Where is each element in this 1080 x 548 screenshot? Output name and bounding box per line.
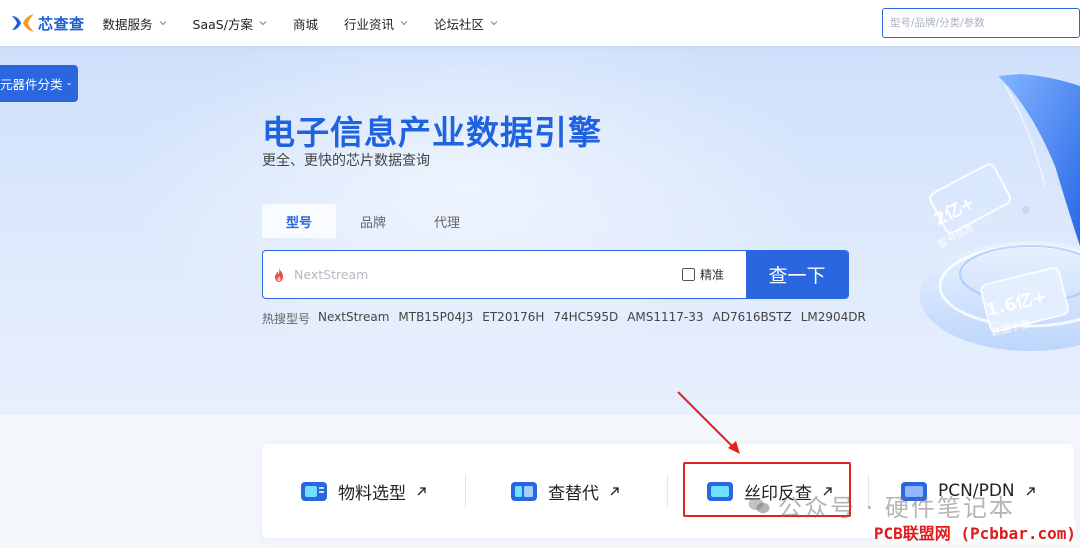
nav-label: 论坛社区	[433, 16, 484, 32]
external-link-icon	[417, 486, 426, 495]
external-link-icon	[610, 486, 619, 495]
hot-search-item[interactable]: AD7616BSTZ	[713, 310, 792, 327]
wechat-icon	[748, 497, 770, 513]
nav-data-services[interactable]: 数据服务	[103, 14, 167, 33]
nav-label: 数据服务	[102, 16, 153, 32]
exact-match-checkbox[interactable]	[681, 268, 695, 281]
nav-forum[interactable]: 论坛社区	[434, 14, 498, 33]
nav-saas[interactable]: SaaS/方案	[193, 14, 267, 33]
nav-label: SaaS/方案	[192, 16, 253, 32]
external-link-icon	[1026, 486, 1035, 495]
header-search-input[interactable]	[890, 17, 1079, 29]
chevron-down-icon	[400, 21, 408, 26]
feature-find-alternatives[interactable]: 查替代	[508, 444, 620, 538]
category-label: 元器件分类	[0, 77, 63, 92]
search-tabs: 型号 品牌 代理	[262, 204, 484, 238]
logo-icon	[12, 14, 34, 32]
hot-searches-label: 热搜型号	[262, 312, 311, 326]
hero-section: 元器件分类 电子信息产业数据引擎 更全、更快的芯片数据查询 型号 品牌 代理 精…	[0, 46, 1080, 415]
chip-icon	[511, 482, 537, 501]
hero-title: 电子信息产业数据引擎	[262, 113, 602, 152]
chevron-down-icon	[490, 21, 498, 26]
feature-label: 物料选型	[338, 483, 406, 504]
hot-search-item[interactable]: AMS1117-33	[627, 310, 703, 327]
brand-name: 芯查查	[38, 14, 85, 33]
tab-model[interactable]: 型号	[262, 204, 337, 238]
divider	[465, 474, 466, 508]
feature-label: 查替代	[548, 483, 599, 504]
logo[interactable]: 芯查查	[10, 12, 85, 34]
chip-icon	[707, 482, 733, 501]
main-search-input[interactable]	[286, 251, 682, 298]
hot-search-item[interactable]: LM2904DR	[801, 310, 866, 327]
hero-illustration: 2亿+ 型号信息 1.6亿+ 数据手册	[920, 74, 1080, 351]
hot-search-item[interactable]: NextStream	[318, 310, 389, 327]
feature-material-selection[interactable]: 物料选型	[298, 444, 427, 538]
component-category-button[interactable]: 元器件分类	[0, 65, 78, 102]
nav-mall[interactable]: 商城	[293, 14, 318, 33]
wechat-watermark-text: 公众号 · 硬件笔记本	[778, 494, 1015, 522]
chevron-down-icon	[159, 21, 166, 26]
divider	[667, 474, 668, 508]
exact-match-toggle[interactable]: 精准	[681, 266, 724, 283]
nav-label: 行业资讯	[343, 16, 394, 32]
hot-searches: 热搜型号 NextStream MTB15P04J3 ET20176H 74HC…	[262, 310, 875, 327]
wechat-watermark: 公众号 · 硬件笔记本	[748, 488, 1015, 523]
tab-brand[interactable]: 品牌	[336, 204, 410, 238]
header-search	[882, 8, 1080, 38]
main-nav: 数据服务 SaaS/方案 商城 行业资讯 论坛社区	[103, 14, 524, 33]
search-button[interactable]: 查一下	[746, 251, 848, 298]
hot-search-item[interactable]: MTB15P04J3	[398, 310, 473, 327]
site-watermark: PCB联盟网 (Pcbbar.com)	[873, 520, 1076, 544]
tab-agent[interactable]: 代理	[410, 204, 484, 238]
exact-match-label: 精准	[699, 268, 724, 282]
nav-industry-news[interactable]: 行业资讯	[344, 14, 408, 33]
hot-search-item[interactable]: ET20176H	[482, 310, 544, 327]
fire-icon	[275, 267, 283, 282]
chevron-down-icon	[259, 21, 267, 26]
top-navigation-bar: 芯查查 数据服务 SaaS/方案 商城 行业资讯 论坛社区	[0, 0, 1080, 46]
annotation-arrow	[677, 391, 740, 454]
nav-label: 商城	[292, 16, 318, 32]
hero-subtitle: 更全、更快的芯片数据查询	[262, 153, 430, 169]
chip-icon	[301, 482, 327, 501]
chevron-down-icon	[66, 82, 71, 85]
hot-search-item[interactable]: 74HC595D	[553, 310, 618, 327]
main-search-box: 精准 查一下	[262, 250, 849, 299]
